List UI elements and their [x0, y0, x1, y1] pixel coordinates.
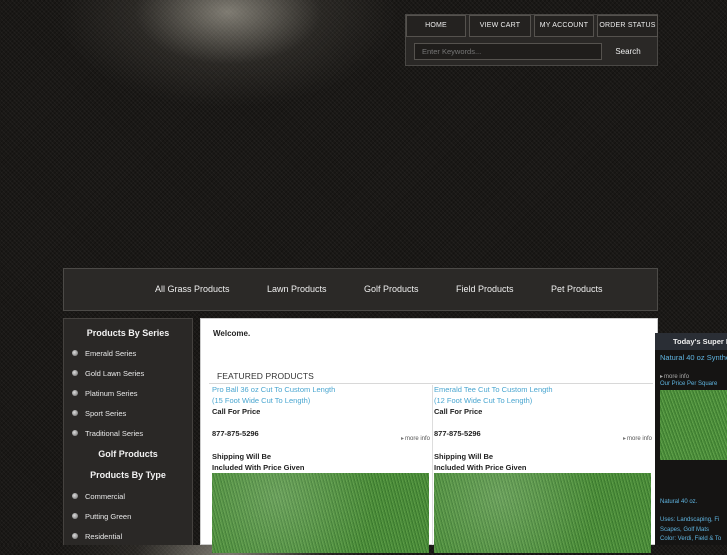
product-card: Emerald Tee Cut To Custom Length (12 Foo… [434, 385, 652, 555]
sidebar-item-label: Gold Lawn Series [85, 369, 145, 378]
category-field-products[interactable]: Field Products [456, 269, 514, 310]
bullet-icon [72, 513, 78, 520]
product-image[interactable] [212, 473, 429, 553]
sidebar-header-type: Products By Type [90, 470, 166, 480]
bullet-icon [72, 430, 78, 437]
product-price: Call For Price [434, 407, 483, 416]
product-name-link[interactable]: Emerald Tee Cut To Custom Length (12 Foo… [434, 385, 652, 406]
featured-divider [209, 383, 653, 384]
search-button[interactable]: Search [608, 44, 648, 59]
category-golf-products[interactable]: Golf Products [364, 269, 419, 310]
top-nav: HOME VIEW CART MY ACCOUNT ORDER STATUS S… [405, 14, 658, 66]
product-name-line: Emerald Tee Cut To Custom Length [434, 385, 553, 394]
sidebar-item-putting-green[interactable]: Putting Green [72, 512, 131, 521]
bullet-icon [72, 370, 78, 377]
product-shipping: Shipping Will Be Included With Price Giv… [434, 451, 526, 473]
shipping-line: Shipping Will Be [434, 452, 494, 461]
nav-home-button[interactable]: HOME [406, 15, 466, 37]
product-name-link[interactable]: Pro Ball 36 oz Cut To Custom Length (15 … [212, 385, 430, 406]
product-divider [432, 385, 433, 545]
shipping-line: Shipping Will Be [212, 452, 272, 461]
sidebar-item-commercial[interactable]: Commercial [72, 492, 125, 501]
product-phone: 877-875-5296 [212, 429, 259, 438]
shipping-line: Included With Price Given [212, 463, 305, 472]
product-price: Call For Price [212, 407, 261, 416]
sidebar-item-gold-lawn-series[interactable]: Gold Lawn Series [72, 369, 144, 378]
sidebar-item-label: Platinum Series [85, 389, 138, 398]
sidebar-item-sport-series[interactable]: Sport Series [72, 409, 126, 418]
sidebar-item-label: Emerald Series [85, 349, 137, 358]
super-deal-uses: Uses: Landscaping, Fi [660, 517, 720, 523]
super-deal-scapes: Scapes, Golf Mats [660, 527, 710, 533]
sidebar-item-traditional-series[interactable]: Traditional Series [72, 429, 143, 438]
sidebar-header-series: Products By Series [86, 328, 170, 338]
sidebar-item-label: Putting Green [85, 512, 132, 521]
super-deal-price-label: Our Price Per Square [660, 381, 718, 387]
product-image[interactable] [434, 473, 651, 553]
sidebar-item-label: Traditional Series [85, 429, 144, 438]
search-input[interactable] [414, 43, 602, 60]
product-name-line: Pro Ball 36 oz Cut To Custom Length [212, 385, 336, 394]
more-info-link[interactable]: more info [660, 373, 689, 380]
super-deal-product-link[interactable]: Natural 40 oz Synthe [660, 353, 727, 362]
product-phone: 877-875-5296 [434, 429, 481, 438]
bullet-icon [72, 410, 78, 417]
sidebar-item-residential[interactable]: Residential [72, 532, 122, 541]
nav-view-cart-button[interactable]: VIEW CART [469, 15, 531, 37]
bullet-icon [72, 350, 78, 357]
sidebar-item-platinum-series[interactable]: Platinum Series [72, 389, 138, 398]
product-name-line: (12 Foot Wide Cut To Length) [434, 395, 533, 405]
sidebar-item-label: Residential [85, 532, 123, 541]
product-card: Pro Ball 36 oz Cut To Custom Length (15 … [212, 385, 430, 555]
welcome-text: Welcome. [213, 329, 251, 338]
sidebar: Products By Series Emerald Series Gold L… [63, 318, 193, 545]
sidebar-item-label: Commercial [85, 492, 126, 501]
main-content: Welcome. FEATURED PRODUCTS Pro Ball 36 o… [200, 318, 658, 553]
more-info-link[interactable]: more info [401, 435, 430, 442]
nav-order-status-button[interactable]: ORDER STATUS [597, 15, 658, 37]
sidebar-header-golf-products[interactable]: Golf Products [64, 449, 192, 459]
bullet-icon [72, 493, 78, 500]
product-shipping: Shipping Will Be Included With Price Giv… [212, 451, 304, 473]
super-deal-color: Color: Verdi, Field & To [660, 536, 722, 542]
super-deal-caption: Natural 40 oz. [660, 499, 698, 505]
product-name-line: (15 Foot Wide Cut To Length) [212, 395, 311, 405]
bullet-icon [72, 533, 78, 540]
super-deal-panel: Today's Super D Natural 40 oz Synthe mor… [655, 333, 727, 545]
category-pet-products[interactable]: Pet Products [551, 269, 603, 310]
category-bar: All Grass Products Lawn Products Golf Pr… [63, 268, 658, 311]
bullet-icon [72, 390, 78, 397]
super-deal-header: Today's Super D [655, 333, 727, 350]
sidebar-item-label: Sport Series [85, 409, 127, 418]
shipping-line: Included With Price Given [434, 463, 527, 472]
sidebar-item-emerald-series[interactable]: Emerald Series [72, 349, 136, 358]
featured-products-title: FEATURED PRODUCTS [217, 371, 314, 381]
super-deal-image[interactable] [660, 390, 727, 460]
more-info-link[interactable]: more info [623, 435, 652, 442]
nav-my-account-button[interactable]: MY ACCOUNT [534, 15, 594, 37]
category-lawn-products[interactable]: Lawn Products [267, 269, 327, 310]
category-all-grass-products[interactable]: All Grass Products [155, 269, 230, 310]
